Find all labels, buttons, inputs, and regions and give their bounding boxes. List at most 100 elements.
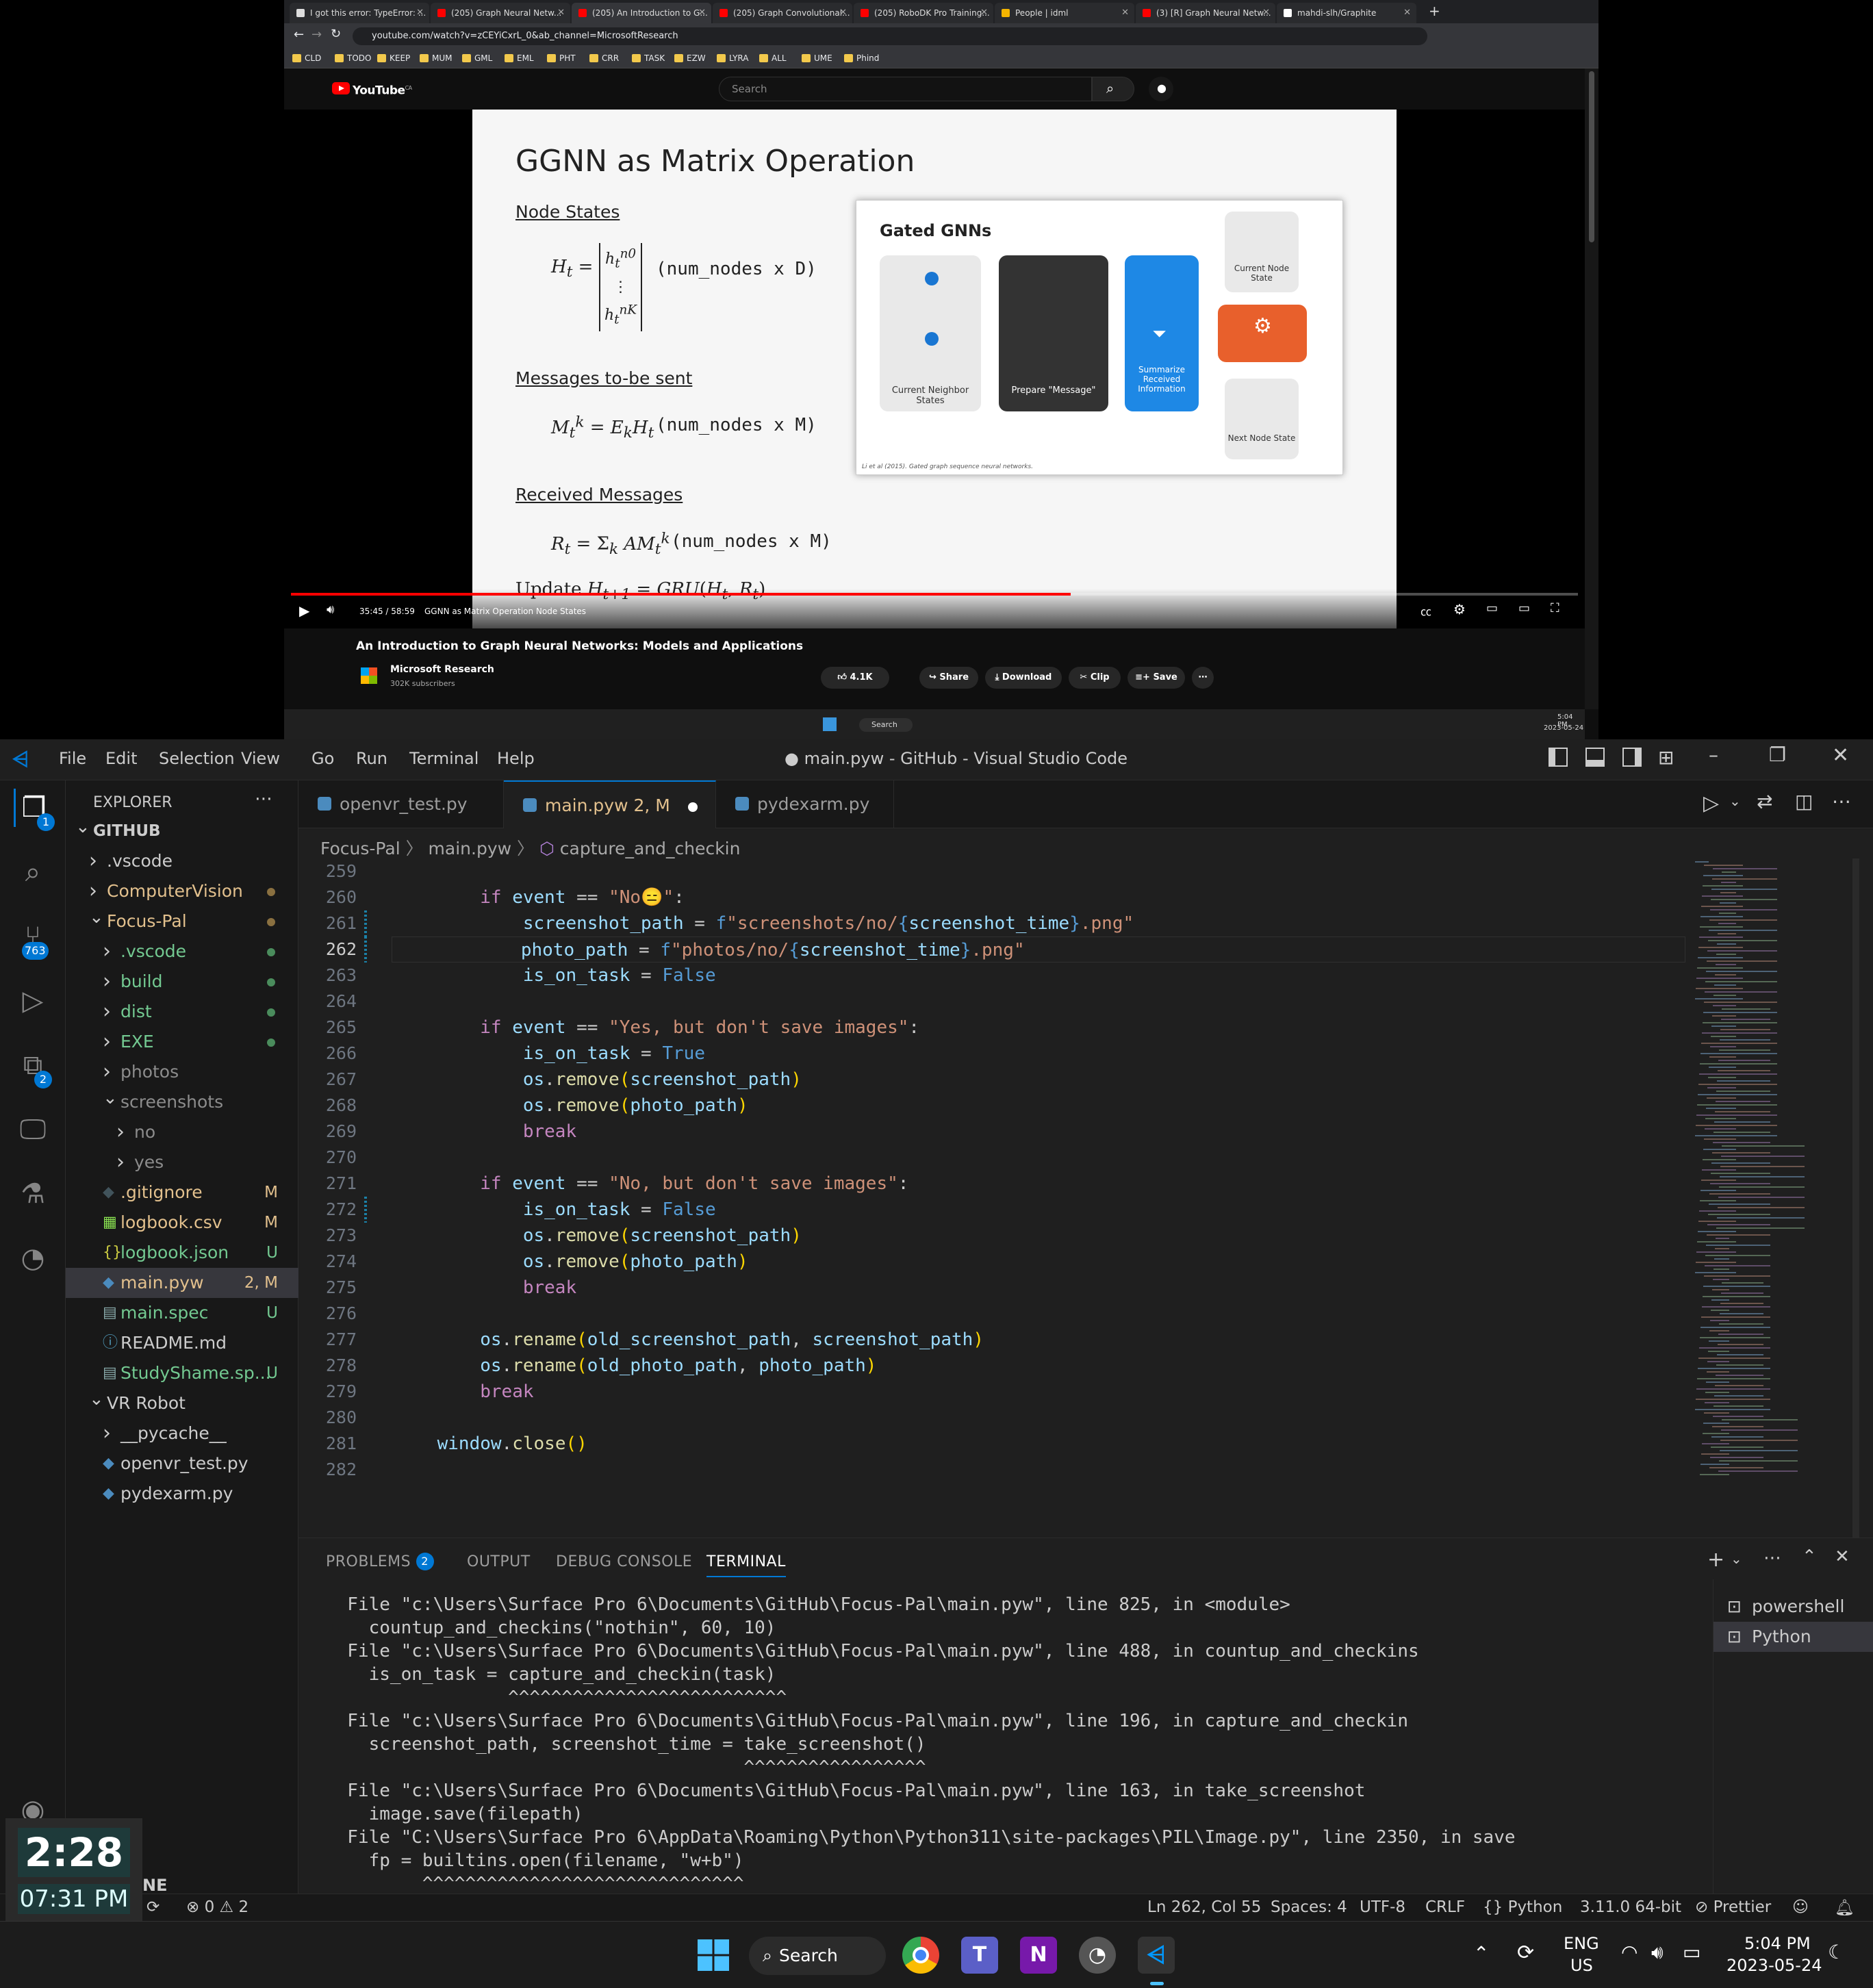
tree-item[interactable]: › no — [66, 1117, 298, 1147]
tree-item[interactable]: › yes — [66, 1147, 298, 1177]
onenote-app-icon[interactable]: N — [1020, 1937, 1057, 1974]
tab-close-icon[interactable]: ✕ — [698, 3, 706, 23]
tab-terminal[interactable]: TERMINAL — [706, 1553, 786, 1577]
tree-item[interactable]: ⌄ VR Robot — [66, 1388, 298, 1418]
play-icon[interactable]: ▶ — [299, 602, 309, 619]
tree-item[interactable]: ⌄ screenshots — [66, 1087, 298, 1117]
clip-button[interactable]: ✂ Clip — [1069, 667, 1121, 689]
tree-item[interactable]: ⌄ GITHUB — [66, 816, 298, 846]
back-icon[interactable]: ← — [294, 27, 304, 42]
focus-moon-icon[interactable]: ☾ — [1828, 1941, 1845, 1963]
tree-item[interactable]: {} logbook.json U — [66, 1238, 298, 1268]
tree-item[interactable]: › EXE — [66, 1027, 298, 1057]
channel-name[interactable]: Microsoft Research — [390, 664, 494, 675]
code-line[interactable]: is_on_task = True — [394, 1041, 705, 1067]
url-bar[interactable]: youtube.com/watch?v=zCEYiCxrL_0&ab_chann… — [353, 27, 1427, 45]
chapter-title[interactable]: GGNN as Matrix Operation Node States — [424, 607, 586, 616]
outline-item[interactable]: NE — [142, 1876, 167, 1895]
bookmark-item[interactable]: CLD — [292, 52, 321, 64]
tab-main-pyw[interactable]: main.pyw 2, M — [504, 780, 716, 828]
browser-tab[interactable]: (205) RoboDK Pro Training... ✕ — [854, 3, 993, 23]
breadcrumb-file[interactable]: main.pyw — [429, 839, 512, 858]
tab-debug-console[interactable]: DEBUG CONSOLE — [556, 1553, 692, 1570]
code-line[interactable]: break — [394, 1275, 576, 1301]
code-line[interactable]: if event == "No, but don't save images": — [394, 1171, 908, 1197]
tab-close-icon[interactable]: ✕ — [1262, 3, 1270, 23]
tree-item[interactable]: ▦ logbook.csv M — [66, 1208, 298, 1238]
indentation[interactable]: Spaces: 4 — [1271, 1898, 1347, 1916]
menu-view[interactable]: View — [241, 749, 280, 768]
sync-icon[interactable]: ⟳ — [146, 1898, 160, 1916]
code-line[interactable]: break — [394, 1379, 533, 1405]
bookmark-item[interactable]: TODO — [335, 52, 371, 64]
notifications-icon[interactable]: 🔔︎ — [1835, 1898, 1855, 1917]
share-button[interactable]: ↪ Share — [919, 667, 978, 689]
breadcrumb-symbol[interactable]: capture_and_checkin — [560, 839, 741, 858]
browser-tab[interactable]: (205) Graph Neural Netw... ✕ — [431, 3, 570, 23]
line-endings[interactable]: CRLF — [1425, 1898, 1465, 1916]
code-line[interactable]: os.remove(screenshot_path) — [394, 1223, 802, 1249]
code-line[interactable]: break — [394, 1119, 576, 1145]
browser-tab[interactable]: mahdi-slh/Graphite ✕ — [1277, 3, 1416, 23]
terminal-dropdown-icon[interactable]: ⌄ — [1731, 1551, 1742, 1567]
code-line[interactable]: os.rename(old_photo_path, photo_path) — [394, 1353, 876, 1379]
browser-tab[interactable]: People | idml ✕ — [995, 3, 1134, 23]
prettier-status[interactable]: ⊘ Prettier — [1695, 1898, 1771, 1916]
tab-close-icon[interactable]: ✕ — [1121, 3, 1129, 23]
tree-item[interactable]: › .vscode — [66, 846, 298, 876]
menu-help[interactable]: Help — [497, 749, 535, 768]
tree-item[interactable]: › __pycache__ — [66, 1418, 298, 1449]
code-line[interactable]: screenshot_path = f"screenshots/no/{scre… — [394, 910, 1134, 936]
tab-close-icon[interactable]: ✕ — [839, 3, 847, 23]
tab-pydexarm[interactable]: pydexarm.py — [716, 780, 894, 828]
maximize-panel-icon[interactable]: ⌃ — [1802, 1546, 1817, 1567]
unsaved-dot-icon[interactable] — [688, 802, 698, 812]
taskbar-search[interactable]: ⌕ Search — [749, 1937, 886, 1975]
browser-tab[interactable]: (3) [R] Graph Neural Netw... ✕ — [1136, 3, 1275, 23]
menu-file[interactable]: File — [59, 749, 86, 768]
tree-item[interactable]: ◆ .gitignore M — [66, 1177, 298, 1208]
tree-item[interactable]: › build — [66, 967, 298, 997]
code-line[interactable]: os.remove(photo_path) — [394, 1249, 748, 1275]
sync-tray-icon[interactable]: ⟳ — [1517, 1941, 1534, 1965]
start-button[interactable] — [695, 1937, 732, 1974]
volume-icon[interactable]: 🔊︎ — [327, 602, 334, 617]
tab-close-icon[interactable]: ✕ — [1403, 3, 1411, 23]
feedback-icon[interactable]: ☺ — [1792, 1898, 1809, 1916]
edge-dev-app-icon[interactable]: ◔ — [1079, 1937, 1116, 1974]
code-line[interactable]: if event == "Yes, but don't save images"… — [394, 1015, 919, 1041]
minimap[interactable] — [1688, 858, 1866, 1538]
open-changes-icon[interactable]: ⇄ — [1757, 790, 1772, 813]
toggle-secondary-sidebar-icon[interactable] — [1622, 748, 1642, 767]
search-icon[interactable]: ⌕ — [14, 853, 52, 891]
code-editor[interactable]: 259 260 if event == "No😑": 261 screenshot_… — [298, 858, 1688, 1538]
youtube-search-input[interactable]: Search — [719, 77, 1092, 101]
code-line[interactable]: photo_path = f"photos/no/{screenshot_tim… — [392, 936, 1685, 963]
bookmark-item[interactable]: ALL — [759, 52, 787, 64]
gutter-change-marker[interactable] — [364, 936, 367, 963]
tab-output[interactable]: OUTPUT — [467, 1553, 531, 1570]
remote-explorer-icon[interactable]: 🖵︎ — [14, 1110, 52, 1149]
code-line[interactable]: is_on_task = False — [394, 1197, 716, 1223]
menu-edit[interactable]: Edit — [105, 749, 137, 768]
battery-icon[interactable]: ▭ — [1683, 1941, 1700, 1963]
page-scrollbar-thumb[interactable] — [1589, 71, 1594, 242]
reload-icon[interactable]: ↻ — [331, 27, 341, 41]
terminal-item-powershell[interactable]: ⊡ powershell — [1713, 1592, 1873, 1622]
browser-tab[interactable]: (205) Graph Convolutional... ✕ — [713, 3, 852, 23]
tray-overflow-icon[interactable]: ⌃ — [1473, 1942, 1489, 1965]
code-line[interactable]: if event == "No😑": — [394, 884, 685, 910]
tree-item[interactable]: ▤ main.spec U — [66, 1298, 298, 1328]
tree-item[interactable]: › dist — [66, 997, 298, 1027]
code-line[interactable]: window.close() — [394, 1431, 587, 1457]
settings-icon[interactable]: ⚙ — [1453, 601, 1466, 617]
taskbar-time[interactable]: 5:04 PM — [1744, 1934, 1811, 1953]
gutter-change-marker[interactable] — [364, 1197, 367, 1223]
captions-icon[interactable]: ㏄ — [1420, 602, 1431, 619]
customize-layout-icon[interactable]: ⊞ — [1658, 746, 1674, 769]
close-panel-icon[interactable]: ✕ — [1835, 1546, 1850, 1567]
theater-icon[interactable]: ▭ — [1518, 601, 1530, 615]
minimap-slider[interactable] — [1852, 858, 1859, 1538]
tree-item[interactable]: › .vscode — [66, 936, 298, 967]
bookmark-item[interactable]: MUM — [420, 52, 453, 64]
